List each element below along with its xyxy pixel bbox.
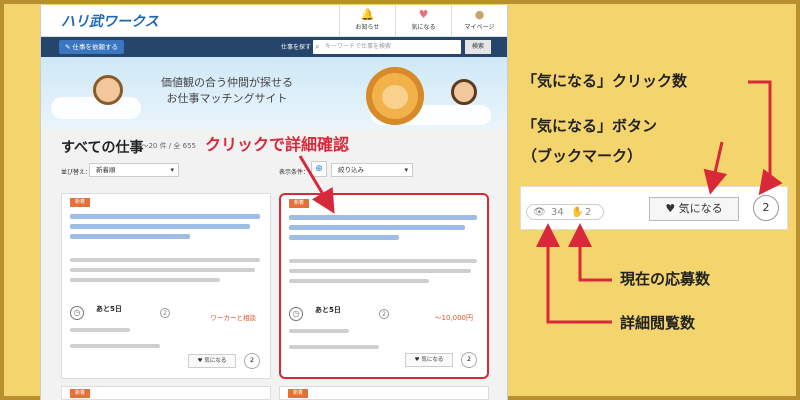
deadline: あと5日 [96,305,122,313]
new-badge: 新着 [288,389,308,398]
character-illustration [93,75,123,105]
zoomed-card-footer: 👁 34 ✋ 2 ♥ 気になる 2 [520,186,788,230]
like-count: 2 [244,353,260,369]
apply-count: 2 [585,207,592,218]
nav-label: マイページ [464,24,495,31]
search-bar: ✎ 仕事を依頼する 仕事を探す ⌕ キーワードで仕事を検索 検索 [41,37,507,57]
search-label: 仕事を探す [281,44,312,51]
job-title-blurred [70,234,190,239]
page-title: すべての仕事 [61,140,144,156]
annotation-current-applies: 現在の応募数 [620,270,711,288]
job-title-blurred [70,224,250,229]
like-label: 気になる [678,202,723,215]
hero-banner: 価値観の合う仲間が探せる お仕事マッチングサイト [41,57,507,129]
eye-icon: 👁 [533,207,546,218]
annotation-click-detail: クリックで詳細確認 [205,135,350,154]
view-count: 34 [551,207,564,218]
like-count-zoomed: 2 [753,195,779,221]
like-label: 気になる [421,357,444,363]
like-count: 2 [461,352,477,368]
meta-blurred [289,345,379,349]
count-badge: 2 [160,308,170,318]
heart-icon: ♥ [418,8,429,21]
job-list-area: すべての仕事 1～20 件 / 全 655 並び替え： 新着順 表示条件： ⊕ … [41,129,507,400]
new-badge: 新着 [70,389,90,398]
job-title-blurred [289,235,399,240]
like-label: 気になる [204,358,227,364]
clock-icon: ◷ [70,306,84,320]
zoom-icon[interactable]: ⊕ [311,161,327,177]
deadline: あと5日 [315,306,341,314]
website-screenshot: ハリ武ワークス 🔔 お知らせ ♥ 気になる ● マイページ ✎ 仕事を依頼する … [40,5,508,400]
job-desc-blurred [70,258,260,262]
like-button[interactable]: ♥ 気になる [188,354,236,368]
job-desc-blurred [289,269,471,273]
nav-favorites[interactable]: ♥ 気になる [395,5,451,37]
request-job-button[interactable]: ✎ 仕事を依頼する [59,40,125,54]
job-title-blurred [289,215,477,220]
hero-line-2: お仕事マッチングサイト [166,92,288,105]
reward: ～10,000円 [434,314,474,322]
job-card-next[interactable]: 新着 [279,386,489,400]
character-illustration [451,79,477,105]
job-desc-blurred [70,268,255,272]
job-card-next[interactable]: 新着 [61,386,271,400]
new-badge: 新着 [70,198,90,207]
new-badge: 新着 [289,199,309,208]
search-placeholder: キーワードで仕事を検索 [325,43,392,50]
client-blurred [289,329,349,333]
nav-mypage[interactable]: ● マイページ [451,5,507,37]
avatar-icon: ● [474,8,485,21]
nav-notifications[interactable]: 🔔 お知らせ [339,5,395,37]
job-title-blurred [289,225,465,230]
search-button[interactable]: 検索 [465,40,491,54]
bell-icon: 🔔 [360,8,375,21]
client-blurred [70,328,130,332]
site-logo[interactable]: ハリ武ワークス [61,11,159,31]
sort-label: 並び替え： [61,169,92,176]
search-input[interactable]: ⌕ キーワードで仕事を検索 [313,40,461,54]
job-desc-blurred [289,259,477,263]
job-card[interactable]: 新着 ◷ あと5日 2 ワーカーと相談 ♥ 気になる 2 [61,193,271,379]
meta-blurred [70,344,160,348]
site-header: ハリ武ワークス 🔔 お知らせ ♥ 気になる ● マイページ [41,5,507,37]
annotation-like-click-count: 「気になる」クリック数 [522,72,688,90]
like-button[interactable]: ♥ 気になる [405,353,453,367]
lion-mascot [366,67,424,125]
result-count: 1～20 件 / 全 655 [137,142,196,150]
like-button-zoomed[interactable]: ♥ 気になる [649,197,739,221]
hero-line-1: 価値観の合う仲間が探せる [161,76,293,89]
filter-select[interactable]: 絞り込み [331,163,413,177]
job-desc-blurred [289,279,429,283]
count-badge: 2 [379,309,389,319]
sort-select[interactable]: 新着順 [89,163,179,177]
header-nav: 🔔 お知らせ ♥ 気になる ● マイページ [339,5,507,37]
job-card-highlighted[interactable]: 新着 ◷ あと5日 2 ～10,000円 ♥ 気になる 2 [279,193,489,379]
hero-tagline: 価値観の合う仲間が探せる お仕事マッチングサイト [161,75,293,107]
reward: ワーカーと相談 [210,314,257,322]
job-desc-blurred [70,278,220,282]
cloud-decoration [51,97,141,119]
hand-icon: ✋ [571,207,584,218]
nav-label: 気になる [411,24,436,31]
nav-label: お知らせ [355,24,380,31]
annotation-detail-views: 詳細閲覧数 [620,314,696,332]
job-title-blurred [70,214,260,219]
annotation-bookmark: （ブックマーク） [522,147,643,165]
search-icon: ⌕ [315,42,320,51]
clock-icon: ◷ [289,307,303,321]
annotation-like-button: 「気になる」ボタン [522,117,658,135]
filter-label: 表示条件： [279,169,310,176]
